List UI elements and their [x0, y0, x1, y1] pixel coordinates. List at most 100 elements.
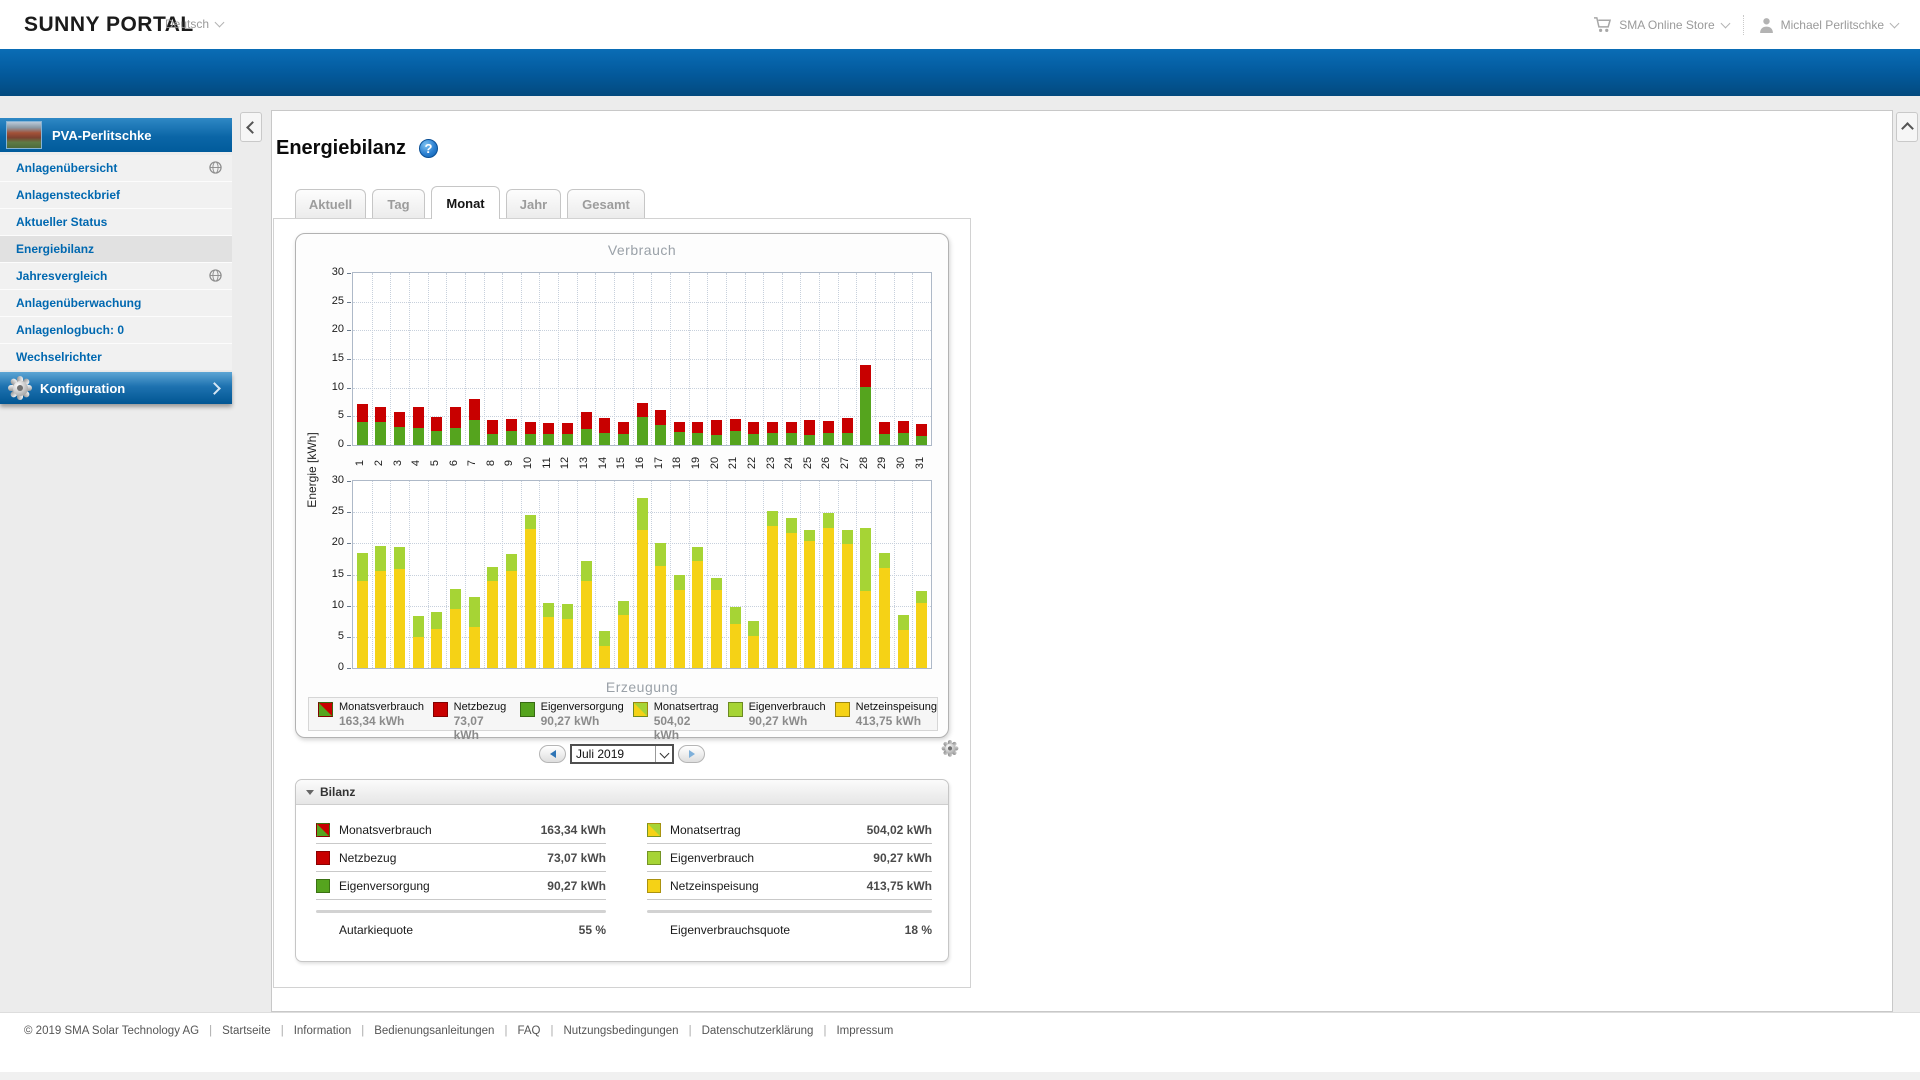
bar-segment-eigenversorgung [468, 420, 480, 445]
bar-segment-netzeinspeisung [916, 603, 928, 668]
bilanz-title: Bilanz [320, 785, 356, 799]
legend-value: 73,07 kWh [453, 714, 484, 742]
bar-segment-eigenversorgung [524, 433, 536, 445]
footer-link-impressum[interactable]: Impressum [836, 1025, 893, 1037]
bar-segment-eigenversorgung [711, 434, 723, 445]
bar-segment-netzbezug [897, 420, 909, 433]
tab-tag[interactable]: Tag [372, 189, 425, 219]
bar-segment-netzeinspeisung [785, 533, 797, 668]
legend-value: 413,75 kWh [855, 714, 922, 728]
legend-swatch-lightgreen [727, 702, 743, 717]
legend-value: 163,34 kWh [339, 714, 405, 728]
sidebar-item-konfiguration[interactable]: Konfiguration [0, 372, 232, 404]
user-menu[interactable]: Michael Perlitschke [1759, 17, 1900, 33]
tab-aktuell[interactable]: Aktuell [295, 189, 366, 219]
sidebar-item-jahresvergleich[interactable]: Jahresvergleich [0, 263, 232, 289]
y-axis-tick-label: 5 [337, 629, 344, 642]
bar-segment-netzeinspeisung [711, 590, 723, 668]
bar-segment-netzbezug [785, 421, 797, 433]
bar-segment-eigenversorgung [394, 426, 406, 445]
footer-link-nutzungsbedingungen[interactable]: Nutzungsbedingungen [563, 1025, 678, 1037]
sidebar-item-label: Aktueller Status [16, 215, 108, 229]
bilanz-swatch-lightgreen [647, 850, 661, 865]
bar-segment-eigenversorgung [356, 421, 368, 445]
sidebar-item-aktueller-status[interactable]: Aktueller Status [0, 209, 232, 235]
x-axis-tick-label: 8 [484, 459, 497, 467]
tab-gesamt[interactable]: Gesamt [567, 189, 645, 219]
bar-segment-netzbezug [729, 418, 741, 432]
legend-value: 90,27 kWh [540, 714, 600, 728]
footer-separator: | [361, 1025, 365, 1037]
bar-segment-netzbezug [916, 423, 928, 437]
online-store-link[interactable]: SMA Online Store [1593, 16, 1731, 33]
sidebar-collapse-button[interactable] [240, 112, 262, 142]
sidebar-item-anlagenuberwachung[interactable]: Anlagenüberwachung [0, 290, 232, 316]
tab-monat[interactable]: Monat [431, 186, 500, 219]
bilanz-row-label: Netzeinspeisung [670, 878, 759, 893]
chevron-down-icon [1889, 18, 1900, 28]
x-axis-tick-label: 25 [801, 456, 814, 470]
footer-links: © 2019 SMA Solar Technology AG | Startseit… [24, 1025, 893, 1037]
bar-segment-netzeinspeisung [729, 624, 741, 668]
footer-link-bedienungsanleitungen[interactable]: Bedienungsanleitungen [374, 1025, 494, 1037]
legend-value: 504,02 kWh [653, 714, 691, 742]
sidebar-item-anlagenubersicht[interactable]: Anlagenübersicht [0, 155, 232, 181]
scroll-top-button[interactable] [1896, 112, 1918, 142]
month-select[interactable]: Juli 2019 [570, 744, 674, 764]
bar-segment-eigenversorgung [543, 433, 555, 445]
footer-link-datenschutzerklarung[interactable]: Datenschutzerklärung [702, 1025, 814, 1037]
chart-legend: Monatsverbrauch 163,34 kWh Netzbezug 73,07 … [308, 697, 938, 742]
bar-segment-eigenversorgung [487, 433, 499, 445]
bilanz-quote-label: Autarkiequote [339, 923, 414, 937]
y-axis-tick-label: 25 [331, 505, 344, 518]
sidebar-item-anlagensteckbrief[interactable]: Anlagensteckbrief [0, 182, 232, 208]
y-axis-tick-label: 15 [331, 567, 344, 580]
bar-segment-eigenversorgung [431, 430, 443, 445]
legend-item-netzbezug: Netzbezug 73,07 kWh [424, 698, 511, 742]
gear-icon [8, 376, 32, 400]
footer-link-startseite[interactable]: Startseite [222, 1025, 271, 1037]
bar-segment-eigenversorgung [804, 434, 816, 445]
bar-segment-eigenverbrauch [916, 591, 928, 604]
page-title-row: Energiebilanz ? [276, 137, 439, 160]
y-axis-tick-label: 20 [331, 536, 344, 549]
y-axis-tick-label: 10 [331, 380, 344, 393]
bar-segment-eigenverbrauch [431, 611, 443, 629]
bar-segment-eigenverbrauch [543, 602, 555, 617]
legend-name: Eigenversorgung [540, 701, 624, 713]
bar-segment-eigenverbrauch [636, 497, 648, 531]
footer-link-information[interactable]: Information [294, 1025, 352, 1037]
bar-segment-netzeinspeisung [636, 530, 648, 668]
sidebar-item-wechselrichter[interactable]: Wechselrichter [0, 344, 232, 370]
blue-banner [0, 49, 1920, 96]
tab-jahr[interactable]: Jahr [506, 189, 561, 219]
bilanz-header[interactable]: Bilanz [296, 780, 948, 805]
legend-name: Netzbezug [453, 701, 507, 713]
sidebar-item-anlagenlogbuch-0[interactable]: Anlagenlogbuch: 0 [0, 317, 232, 343]
footer-link-faq[interactable]: FAQ [517, 1025, 540, 1037]
y-axis-tick-label: 5 [337, 409, 344, 422]
bar-segment-netzbezug [580, 412, 592, 429]
bar-segment-netzeinspeisung [394, 568, 406, 668]
bar-segment-netzbezug [394, 412, 406, 427]
bar-segment-eigenverbrauch [785, 518, 797, 534]
bar-segment-eigenversorgung [412, 428, 424, 445]
user-name: Michael Perlitschke [1780, 17, 1884, 32]
legend-swatch-red [433, 702, 448, 717]
select-dropdown-arrow [655, 746, 672, 762]
legend-item-eigenversorgung: Eigenversorgung 90,27 kWh [511, 698, 624, 730]
sidebar-item-energiebilanz[interactable]: Energiebilanz [0, 236, 232, 262]
plant-header[interactable]: PVA-Perlitschke [0, 118, 232, 152]
bilanz-swatch-red [316, 850, 330, 865]
chart-settings-gear-icon[interactable] [936, 740, 959, 757]
x-axis-tick-label: 20 [708, 456, 721, 470]
next-month-button[interactable] [678, 745, 705, 763]
bilanz-row-label: Eigenverbrauch [670, 850, 755, 865]
language-selector[interactable]: Deutsch [165, 17, 225, 31]
chevron-down-icon [1720, 18, 1731, 28]
help-icon[interactable]: ? [419, 139, 439, 158]
bar-segment-eigenverbrauch [599, 631, 611, 646]
bilanz-row-value: 73,07 kWh [547, 850, 606, 865]
previous-month-button[interactable] [539, 745, 566, 763]
user-icon [1759, 17, 1773, 33]
